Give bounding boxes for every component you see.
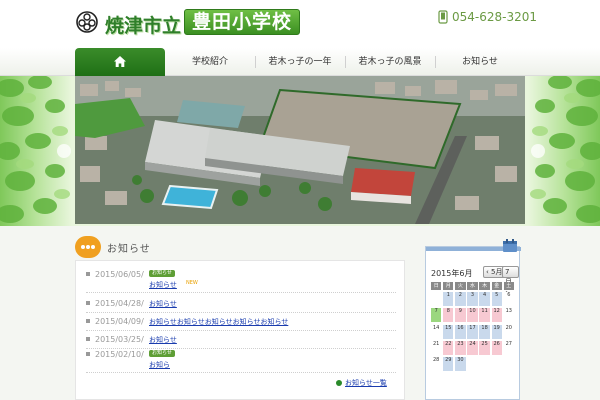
nav-news[interactable]: お知らせ — [435, 48, 525, 76]
school-emblem-icon[interactable] — [76, 11, 98, 33]
news-link[interactable]: お知らせ — [149, 335, 177, 345]
bullet-icon — [336, 380, 342, 386]
calendar-day[interactable]: 27 — [503, 340, 515, 356]
calendar-day — [479, 357, 491, 372]
calendar-weekday-header: 木 — [479, 282, 491, 291]
news-category-badge: お知らせ — [149, 350, 175, 357]
school-name-title[interactable]: 豊田小学校 — [184, 9, 301, 35]
news-category-badge: お知らせ — [149, 270, 175, 277]
calendar-weekday-header: 火 — [455, 282, 467, 291]
calendar-day[interactable]: 12 — [491, 308, 503, 324]
school-city-title[interactable]: 焼津市立 — [105, 11, 181, 38]
calendar-day[interactable]: 19 — [491, 324, 503, 340]
calendar-next-button[interactable]: 7月 › — [502, 266, 519, 296]
calendar-weekday-header: 金 — [491, 282, 503, 291]
calendar-day — [491, 357, 503, 372]
calendar-day[interactable]: 25 — [479, 340, 491, 356]
news-more-link[interactable]: お知らせ一覧 — [336, 378, 387, 388]
calendar-day[interactable]: 13 — [503, 308, 515, 324]
calendar-day[interactable]: 18 — [479, 324, 491, 340]
news-section-title: お知らせ — [75, 236, 151, 258]
news-date: 2015/06/05/ — [86, 270, 144, 279]
calendar-day[interactable]: 20 — [503, 324, 515, 340]
calendar-day[interactable]: 2 — [455, 292, 467, 307]
calendar-day[interactable]: 14 — [431, 324, 443, 340]
nav-year-events[interactable]: 若木っ子の一年 — [255, 48, 345, 76]
news-more-label: お知らせ一覧 — [345, 379, 387, 387]
calendar-day[interactable]: 24 — [467, 340, 479, 356]
news-link[interactable]: お知らせ — [149, 280, 177, 290]
phone-number-text: 054-628-3201 — [452, 10, 538, 24]
home-icon — [114, 56, 126, 67]
calendar-day[interactable]: 8 — [443, 308, 455, 324]
news-item: 2015/03/25/ お知らせ — [86, 331, 396, 349]
calendar-day[interactable]: 3 — [467, 292, 479, 307]
calendar-day[interactable]: 5 — [491, 292, 503, 307]
news-heading: お知らせ — [107, 243, 151, 255]
calendar-day[interactable]: 4 — [479, 292, 491, 307]
news-date: 2015/02/10/ — [86, 350, 144, 359]
news-link[interactable]: お知らせお知らせお知らせお知らせお知らせ — [149, 317, 288, 327]
nav-school-intro[interactable]: 学校紹介 — [165, 48, 255, 76]
calendar-day[interactable]: 1 — [443, 292, 455, 307]
calendar-widget: 2015年6月 ‹ 5月 7月 › 日月火水木金土123456789101112… — [425, 239, 521, 400]
calendar-day[interactable]: 6 — [503, 292, 515, 307]
calendar-icon — [503, 239, 517, 252]
calendar-day[interactable]: 21 — [431, 340, 443, 356]
phone-icon — [438, 10, 448, 24]
calendar-day[interactable]: 29 — [443, 357, 455, 372]
calendar-day — [431, 292, 443, 307]
news-date: 2015/04/28/ — [86, 299, 144, 308]
new-badge: NEW — [186, 280, 198, 286]
calendar-day[interactable]: 11 — [479, 308, 491, 324]
calendar-weekday-header: 水 — [467, 282, 479, 291]
calendar-weekday-header: 月 — [443, 282, 455, 291]
calendar-day[interactable]: 9 — [455, 308, 467, 324]
phone-number: 054-628-3201 — [438, 10, 537, 24]
news-item: 2015/04/09/ お知らせお知らせお知らせお知らせお知らせ — [86, 313, 396, 331]
calendar-day — [467, 357, 479, 372]
calendar-day[interactable]: 30 — [455, 357, 467, 372]
news-section: お知らせ 2015/06/05/ お知らせ お知らせ NEW 2015/04/2… — [75, 236, 405, 400]
nav-home[interactable] — [75, 48, 165, 76]
news-date: 2015/04/09/ — [86, 317, 144, 326]
news-item: 2015/04/28/ お知らせ — [86, 295, 396, 313]
calendar-day[interactable]: 26 — [491, 340, 503, 356]
calendar-day — [503, 357, 515, 372]
calendar-month-title: 2015年6月 — [431, 269, 473, 278]
calendar-day[interactable]: 7 — [431, 308, 443, 324]
speech-bubble-icon — [75, 236, 101, 258]
school-aerial-photo — [75, 76, 525, 224]
calendar-day[interactable]: 28 — [431, 357, 443, 372]
slider-next-button[interactable] — [531, 144, 545, 158]
calendar-day[interactable]: 16 — [455, 324, 467, 340]
calendar-weekday-header: 日 — [431, 282, 443, 291]
news-date: 2015/03/25/ — [86, 335, 144, 344]
news-link[interactable]: お知らせ — [149, 299, 177, 309]
hero-banner — [0, 76, 600, 226]
calendar-day[interactable]: 15 — [443, 324, 455, 340]
news-item: 2015/02/10/ お知らせ お知ら — [86, 349, 396, 373]
slider-prev-button[interactable] — [57, 144, 71, 158]
calendar-day[interactable]: 22 — [443, 340, 455, 356]
calendar-day[interactable]: 17 — [467, 324, 479, 340]
calendar-day[interactable]: 10 — [467, 308, 479, 324]
nav-scenery[interactable]: 若木っ子の風景 — [345, 48, 435, 76]
calendar-day[interactable]: 23 — [455, 340, 467, 356]
global-nav: 学校紹介 若木っ子の一年 若木っ子の風景 お知らせ — [0, 48, 600, 76]
site-header: 焼津市立 豊田小学校 054-628-3201 — [0, 0, 600, 48]
calendar-weekday-header: 土 — [503, 282, 515, 291]
news-link[interactable]: お知ら — [149, 360, 170, 370]
news-item: 2015/06/05/ お知らせ お知らせ NEW — [86, 269, 396, 293]
